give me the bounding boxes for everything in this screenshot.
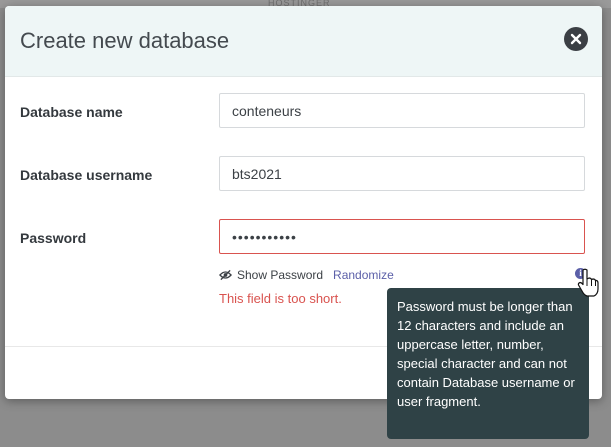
password-label: Password (20, 230, 87, 246)
database-name-label: Database name (20, 104, 123, 120)
close-button[interactable] (564, 27, 588, 51)
modal-header: Create new database (5, 6, 602, 77)
eye-slash-icon (219, 269, 232, 281)
password-input[interactable] (219, 219, 585, 254)
randomize-link[interactable]: Randomize (333, 268, 394, 282)
show-password-toggle[interactable]: Show Password (237, 268, 323, 282)
close-icon (570, 33, 582, 45)
database-username-input[interactable] (219, 156, 585, 191)
database-username-label: Database username (20, 167, 153, 183)
password-tools: Show Password Randomize (219, 267, 394, 283)
database-name-input[interactable] (219, 93, 585, 128)
password-error-message: This field is too short. (219, 291, 342, 306)
password-requirements-tooltip: Password must be longer than 12 characte… (387, 288, 589, 439)
hand-cursor-icon (577, 268, 599, 297)
modal-title: Create new database (20, 28, 230, 53)
